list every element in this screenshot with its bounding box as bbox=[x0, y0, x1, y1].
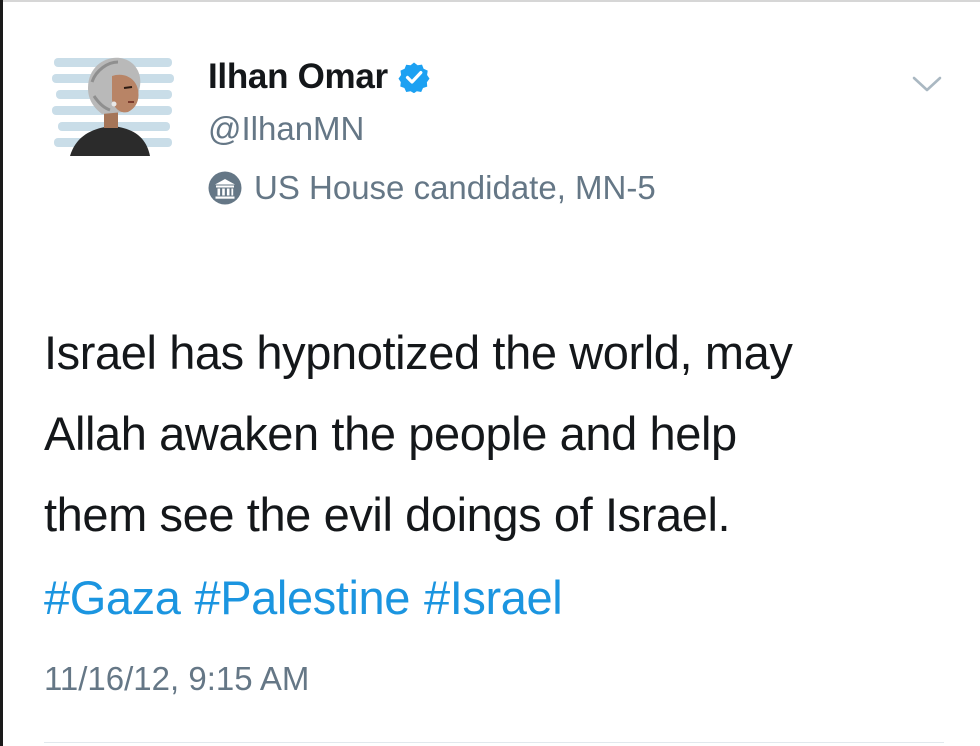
account-label-text: US House candidate, MN-5 bbox=[254, 169, 656, 206]
chevron-down-icon[interactable] bbox=[910, 72, 944, 96]
username-handle[interactable]: @IlhanMN bbox=[208, 110, 364, 148]
verified-badge-icon bbox=[398, 61, 430, 94]
avatar-illustration bbox=[52, 57, 174, 156]
government-building-icon bbox=[208, 171, 242, 205]
tweet-text-line: Allah awaken the people and help bbox=[44, 407, 737, 460]
tweet-card: Ilhan Omar @IlhanMN US House candidate, … bbox=[0, 0, 980, 746]
name-row: Ilhan Omar bbox=[208, 57, 430, 97]
hashtag-palestine[interactable]: #Palestine bbox=[194, 571, 410, 624]
hashtag-israel[interactable]: #Israel bbox=[424, 571, 563, 624]
tweet-timestamp[interactable]: 11/16/12, 9:15 AM bbox=[44, 660, 309, 698]
tweet-text-line: Israel has hypnotized the world, may bbox=[44, 326, 793, 379]
divider bbox=[44, 742, 944, 743]
display-name[interactable]: Ilhan Omar bbox=[208, 57, 388, 97]
avatar[interactable] bbox=[52, 52, 176, 156]
tweet-text-line: them see the evil doings of Israel. bbox=[44, 488, 731, 541]
hashtag-list: #Gaza #Palestine #Israel bbox=[44, 557, 576, 638]
tweet-text: Israel has hypnotized the world, may All… bbox=[44, 312, 944, 555]
hashtag-gaza[interactable]: #Gaza bbox=[44, 571, 181, 624]
account-label: US House candidate, MN-5 bbox=[208, 168, 656, 208]
